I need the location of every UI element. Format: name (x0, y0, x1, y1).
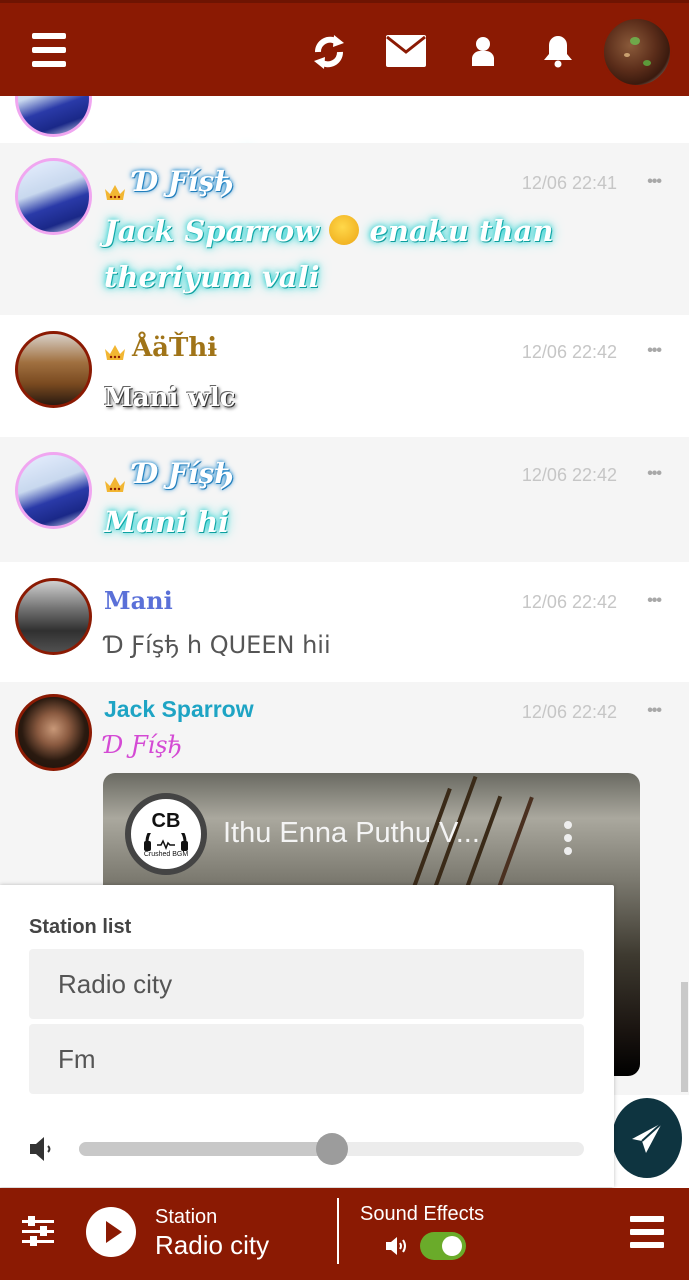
player-menu-icon[interactable] (630, 1216, 664, 1248)
timestamp: 12/06 22:42 (521, 702, 617, 722)
avatar[interactable] (15, 158, 92, 235)
user-icon[interactable] (466, 33, 500, 69)
equalizer-settings-icon[interactable] (22, 1214, 54, 1248)
channel-logo[interactable]: CB Crushed BGM (125, 793, 207, 875)
more-options-icon[interactable]: ••• (647, 592, 662, 610)
mention-text: Jack Sparrow (104, 214, 320, 248)
headphones-icon (144, 833, 188, 851)
channel-logo-text: CB (151, 810, 181, 832)
crown-icon (105, 477, 125, 492)
station-label: Station (155, 1206, 218, 1228)
timestamp: 12/06 22:42 (521, 592, 617, 612)
avatar[interactable] (15, 578, 92, 655)
scrollbar[interactable] (681, 982, 688, 1092)
more-options-icon[interactable]: ••• (647, 342, 662, 360)
refresh-icon[interactable] (308, 31, 350, 73)
username[interactable]: Mani (104, 586, 173, 615)
username[interactable]: Ɗ Ƒíşђ (134, 165, 234, 198)
menu-icon[interactable] (30, 33, 68, 67)
crown-icon (105, 185, 125, 200)
video-title[interactable]: Ithu Enna Puthu V... (223, 817, 480, 850)
message-text: Mani hi (104, 505, 230, 539)
video-menu-icon[interactable] (563, 821, 573, 855)
divider (337, 1198, 339, 1264)
message-text: Mani wlc (104, 383, 236, 413)
send-icon (632, 1122, 663, 1153)
current-station-name: Radio city (155, 1230, 270, 1260)
message-text: Ɗ Ƒíşђ h QUEEN hii (104, 631, 331, 659)
smirking-face-emoji-icon (329, 215, 360, 245)
message-text: Ɗ Ƒíşђ (104, 731, 183, 759)
volume-slider-thumb[interactable] (315, 1133, 348, 1165)
channel-subtitle: Crushed BGM (143, 851, 189, 858)
chat-message: Ɗ Ƒíşђ 12/06 22:42 ••• Mani hi (0, 437, 689, 562)
sound-effects-label: Sound Effects (360, 1203, 485, 1225)
message-text: Jack Sparrow enaku than theriyum vali (104, 208, 664, 300)
chat-message: Ɗ Ƒíşђ 12/06 22:41 ••• Jack Sparrow enak… (0, 143, 689, 315)
avatar[interactable] (15, 694, 92, 771)
username[interactable]: Ɗ Ƒíşђ (134, 457, 234, 490)
chat-message: Mani 12/06 22:42 ••• Ɗ Ƒíşђ h QUEEN hii (0, 562, 689, 682)
more-options-icon[interactable]: ••• (647, 465, 662, 483)
station-list-panel: Station list Radio city Fm (0, 885, 614, 1187)
sound-effects-toggle[interactable] (420, 1232, 466, 1260)
more-options-icon[interactable]: ••• (647, 702, 662, 720)
radio-player-bar: Station Radio city Sound Effects (0, 1188, 689, 1280)
mail-icon[interactable] (384, 33, 428, 69)
top-bar (0, 0, 689, 96)
play-button[interactable] (86, 1207, 136, 1257)
volume-icon[interactable] (28, 1135, 56, 1163)
station-list-title: Station list (29, 916, 132, 938)
station-item-fm[interactable]: Fm (29, 1024, 584, 1094)
speaker-icon (386, 1237, 406, 1255)
username[interactable]: ÅäŤhɨ (132, 333, 217, 363)
avatar[interactable] (15, 452, 92, 529)
username[interactable]: Jack Sparrow (104, 696, 254, 723)
timestamp: 12/06 22:42 (521, 342, 617, 362)
avatar[interactable] (15, 331, 92, 408)
crown-icon (105, 345, 125, 360)
timestamp: 12/06 22:42 (521, 465, 617, 485)
chat-message: ÅäŤhɨ 12/06 22:42 ••• Mani wlc (0, 315, 689, 437)
station-item-radio-city[interactable]: Radio city (29, 949, 584, 1019)
timestamp: 12/06 22:41 (521, 173, 617, 193)
bell-icon[interactable] (540, 31, 576, 71)
more-options-icon[interactable]: ••• (647, 173, 662, 191)
volume-slider-fill (79, 1142, 332, 1156)
send-button[interactable] (612, 1098, 682, 1178)
volume-slider[interactable] (79, 1133, 584, 1165)
profile-avatar[interactable] (602, 17, 672, 87)
